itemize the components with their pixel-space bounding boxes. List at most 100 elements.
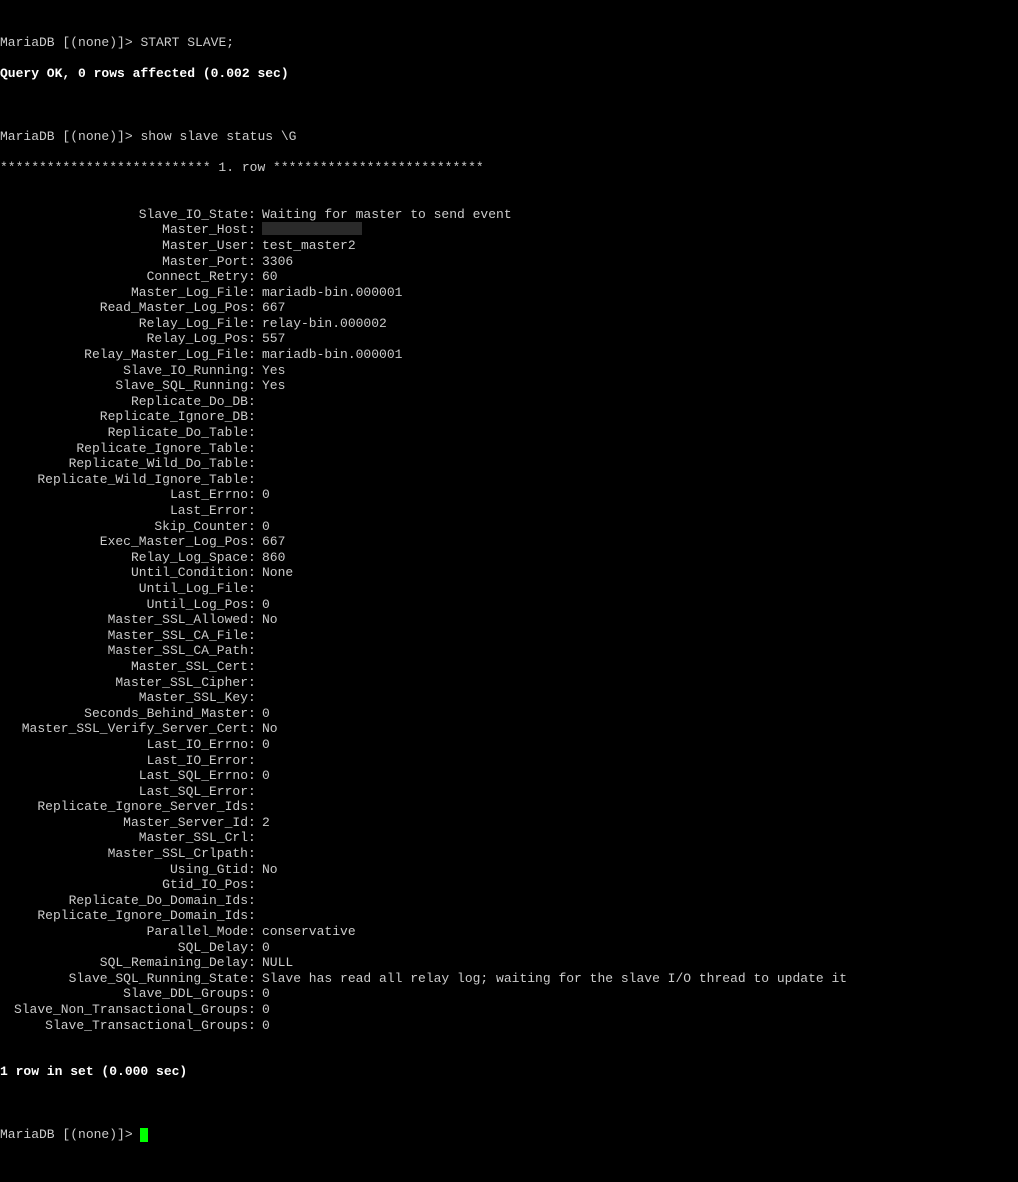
- status-value: 2: [262, 815, 270, 831]
- colon-separator: :: [248, 893, 262, 909]
- status-label: Master_SSL_Cipher: [0, 675, 248, 691]
- colon-separator: :: [248, 456, 262, 472]
- status-value: No: [262, 862, 278, 878]
- status-label: Last_Error: [0, 503, 248, 519]
- row-header: *************************** 1. row *****…: [0, 160, 1018, 176]
- status-row: Using_Gtid: No: [0, 862, 1018, 878]
- status-row: Slave_Transactional_Groups: 0: [0, 1018, 1018, 1034]
- status-row: Master_SSL_Cipher:: [0, 675, 1018, 691]
- status-row: Replicate_Do_Domain_Ids:: [0, 893, 1018, 909]
- colon-separator: :: [248, 690, 262, 706]
- colon-separator: :: [248, 581, 262, 597]
- terminal[interactable]: MariaDB [(none)]> START SLAVE; Query OK,…: [0, 0, 1018, 1182]
- status-row: Until_Log_File:: [0, 581, 1018, 597]
- colon-separator: :: [248, 908, 262, 924]
- colon-separator: :: [248, 269, 262, 285]
- status-row: SQL_Remaining_Delay: NULL: [0, 955, 1018, 971]
- status-label: Replicate_Do_Domain_Ids: [0, 893, 248, 909]
- query-result: Query OK, 0 rows affected (0.002 sec): [0, 66, 1018, 82]
- colon-separator: :: [248, 1002, 262, 1018]
- status-row: Master_User: test_master2: [0, 238, 1018, 254]
- colon-separator: :: [248, 784, 262, 800]
- status-label: Until_Condition: [0, 565, 248, 581]
- status-row: Skip_Counter: 0: [0, 519, 1018, 535]
- colon-separator: :: [248, 316, 262, 332]
- status-row: SQL_Delay: 0: [0, 940, 1018, 956]
- status-row: Master_Server_Id: 2: [0, 815, 1018, 831]
- colon-separator: :: [248, 643, 262, 659]
- status-row: Replicate_Wild_Do_Table:: [0, 456, 1018, 472]
- colon-separator: :: [248, 659, 262, 675]
- status-label: Slave_DDL_Groups: [0, 986, 248, 1002]
- status-row: Last_IO_Error:: [0, 753, 1018, 769]
- status-row: Master_SSL_Verify_Server_Cert: No: [0, 721, 1018, 737]
- status-row: Master_SSL_Allowed: No: [0, 612, 1018, 628]
- status-label: Slave_Transactional_Groups: [0, 1018, 248, 1034]
- status-row: Slave_IO_State: Waiting for master to se…: [0, 207, 1018, 223]
- status-label: Relay_Log_Space: [0, 550, 248, 566]
- status-row: Relay_Master_Log_File: mariadb-bin.00000…: [0, 347, 1018, 363]
- status-label: Replicate_Do_DB: [0, 394, 248, 410]
- colon-separator: :: [248, 675, 262, 691]
- colon-separator: :: [248, 830, 262, 846]
- status-label: Slave_SQL_Running: [0, 378, 248, 394]
- status-label: Master_SSL_Key: [0, 690, 248, 706]
- colon-separator: :: [248, 378, 262, 394]
- status-label: Master_SSL_Crl: [0, 830, 248, 846]
- colon-separator: :: [248, 550, 262, 566]
- colon-separator: :: [248, 519, 262, 535]
- colon-separator: :: [248, 1018, 262, 1034]
- status-value: 0: [262, 768, 270, 784]
- status-row: Slave_SQL_Running: Yes: [0, 378, 1018, 394]
- colon-separator: :: [248, 238, 262, 254]
- status-label: Skip_Counter: [0, 519, 248, 535]
- colon-separator: :: [248, 331, 262, 347]
- status-row: Until_Log_Pos: 0: [0, 597, 1018, 613]
- terminal-line: MariaDB [(none)]> START SLAVE;: [0, 35, 1018, 51]
- command-start-slave: START SLAVE;: [140, 35, 234, 50]
- colon-separator: :: [248, 940, 262, 956]
- status-value: test_master2: [262, 238, 356, 254]
- status-label: SQL_Delay: [0, 940, 248, 956]
- colon-separator: :: [248, 955, 262, 971]
- colon-separator: :: [248, 924, 262, 940]
- status-row: Master_SSL_CA_Path:: [0, 643, 1018, 659]
- status-value: No: [262, 612, 278, 628]
- status-label: Master_Port: [0, 254, 248, 270]
- status-value: 0: [262, 1002, 270, 1018]
- status-row: Relay_Log_Pos: 557: [0, 331, 1018, 347]
- status-value: Yes: [262, 363, 285, 379]
- status-row: Slave_Non_Transactional_Groups: 0: [0, 1002, 1018, 1018]
- prompt: MariaDB [(none)]>: [0, 35, 133, 50]
- status-value: 0: [262, 1018, 270, 1034]
- status-label: Replicate_Do_Table: [0, 425, 248, 441]
- status-label: Last_Errno: [0, 487, 248, 503]
- status-label: Until_Log_File: [0, 581, 248, 597]
- status-value: 557: [262, 331, 285, 347]
- blank-line: [0, 98, 1018, 114]
- colon-separator: :: [248, 846, 262, 862]
- status-row: Replicate_Wild_Ignore_Table:: [0, 472, 1018, 488]
- status-value: 860: [262, 550, 285, 566]
- status-row: Last_SQL_Errno: 0: [0, 768, 1018, 784]
- prompt: MariaDB [(none)]>: [0, 1127, 133, 1142]
- status-row: Last_Errno: 0: [0, 487, 1018, 503]
- status-value: mariadb-bin.000001: [262, 285, 402, 301]
- status-label: Replicate_Wild_Ignore_Table: [0, 472, 248, 488]
- command-show-slave-status: show slave status \G: [140, 129, 296, 144]
- status-value: 667: [262, 300, 285, 316]
- colon-separator: :: [248, 971, 262, 987]
- status-value: 0: [262, 487, 270, 503]
- status-row: Relay_Log_File: relay-bin.000002: [0, 316, 1018, 332]
- status-label: Seconds_Behind_Master: [0, 706, 248, 722]
- colon-separator: :: [248, 534, 262, 550]
- status-label: Master_SSL_Crlpath: [0, 846, 248, 862]
- status-value: 0: [262, 940, 270, 956]
- status-row: Slave_SQL_Running_State: Slave has read …: [0, 971, 1018, 987]
- status-label: Master_SSL_Cert: [0, 659, 248, 675]
- status-row: Master_SSL_CA_File:: [0, 628, 1018, 644]
- status-label: Using_Gtid: [0, 862, 248, 878]
- colon-separator: :: [248, 425, 262, 441]
- colon-separator: :: [248, 441, 262, 457]
- blank-line: [0, 1096, 1018, 1112]
